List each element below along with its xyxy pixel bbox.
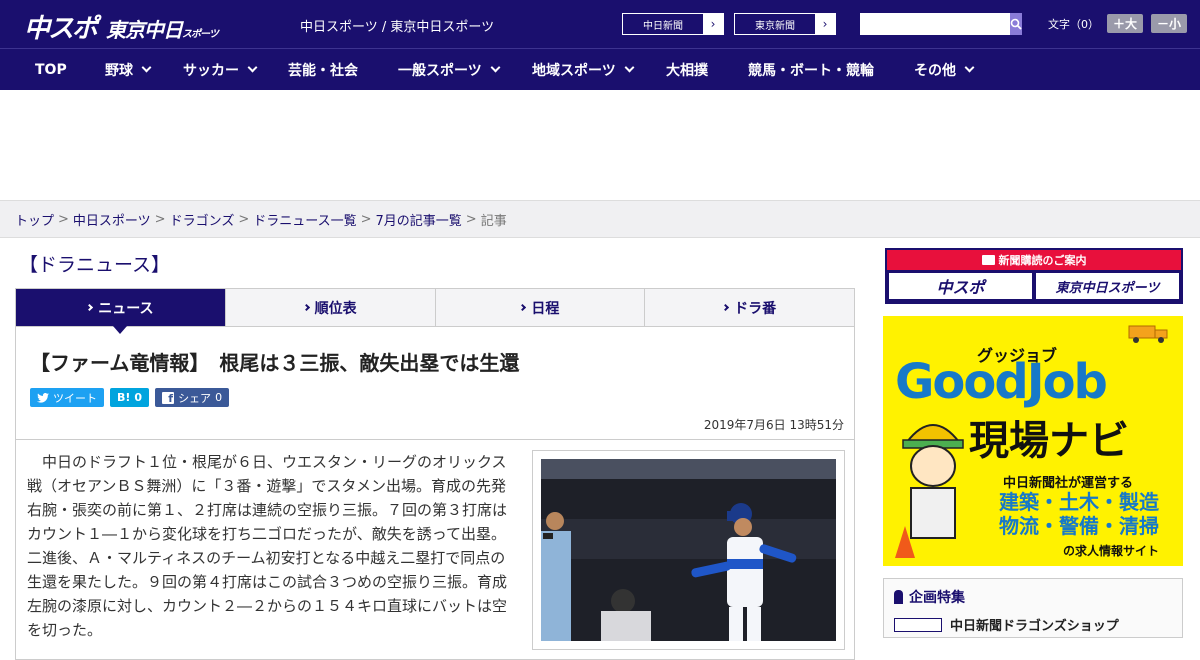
site-name-link[interactable]: 中日スポーツ / 東京中日スポーツ (300, 16, 494, 35)
nav-item-sumo[interactable]: 大相撲 (666, 60, 748, 80)
ext-link-tokyo[interactable]: 東京新聞 › (734, 13, 836, 35)
logo-tokyo-chunichi: 東京中日スポーツ (106, 18, 219, 42)
article-photo[interactable] (532, 450, 845, 650)
breadcrumb-link[interactable]: 7月の記事一覧 (376, 210, 462, 229)
main-nav: TOP 野球 サッカー 芸能・社会 一般スポーツ 地域スポーツ 大相撲 競馬・ボ… (0, 48, 1200, 90)
shop-thumbnail (894, 617, 942, 632)
subscribe-logo-tokyo: 東京中日スポーツ (1036, 273, 1179, 299)
kikaku-box: 企画特集 中日新聞ドラゴンズショップ (883, 578, 1183, 638)
font-smaller-button[interactable]: －小 (1151, 14, 1188, 33)
tab-dora-ban[interactable]: ドラ番 (645, 289, 854, 326)
job-ad-by: 中日新聞社が運営する (1003, 476, 1134, 491)
baseball-photo (541, 459, 836, 641)
kikaku-title: 企画特集 (909, 590, 965, 606)
main-column: 【ドラニュース】 ニュース 順位表 日程 ドラ番 【ファーム竜情報】 根尾は３三… (15, 240, 855, 660)
chevron-right-icon (722, 303, 730, 312)
chevron-right-icon: › (822, 17, 828, 31)
chevron-down-icon (490, 62, 501, 73)
breadcrumb-current: 記事 (480, 213, 507, 229)
job-ad-footer: の求人情報サイト (1063, 544, 1160, 558)
chevron-right-icon (519, 303, 527, 312)
share-buttons: ツイート B! 0 f シェア 0 (30, 388, 844, 407)
ad-space (0, 90, 1200, 200)
kikaku-item[interactable]: 中日新聞ドラゴンズショップ (894, 615, 1172, 634)
chevron-down-icon (624, 62, 635, 73)
search-input[interactable] (860, 13, 1010, 35)
article-body: 中日のドラフト１位・根尾が６日、ウエスタン・リーグのオリックス戦（オセアンＢＳ舞… (15, 440, 855, 660)
nav-item-soccer[interactable]: サッカー (183, 60, 288, 80)
breadcrumb-link[interactable]: トップ (15, 210, 54, 229)
article-date: 2019年7月6日 13時51分 (703, 418, 844, 432)
sidebar: 新聞購読のご案内 中スポ 東京中日スポーツ グッジョブ GoodJob 現場ナビ… (883, 248, 1183, 638)
article-header: 【ファーム竜情報】 根尾は３三振、敵失出塁では生還 ツイート B! 0 f シェ… (15, 326, 855, 440)
photo-illustration (541, 459, 836, 641)
hatena-icon: B! (117, 391, 131, 404)
nav-item-baseball[interactable]: 野球 (105, 60, 183, 80)
breadcrumb-link[interactable]: ドラゴンズ (170, 210, 235, 229)
nav-item-racing[interactable]: 競馬・ボート・競輪 (748, 60, 914, 80)
font-larger-button[interactable]: ＋大 (1107, 14, 1144, 33)
search-box (860, 13, 1022, 35)
chevron-down-icon (964, 62, 975, 73)
facebook-icon: f (162, 391, 175, 404)
breadcrumb-link[interactable]: 中日スポーツ (73, 210, 151, 229)
chevron-down-icon (141, 62, 152, 73)
tab-bar: ニュース 順位表 日程 ドラ番 (15, 288, 855, 334)
nav-item-general-sports[interactable]: 一般スポーツ (398, 60, 532, 80)
truck-icon (1128, 325, 1168, 343)
ribbon-icon (894, 590, 903, 604)
worker-illustration (895, 424, 964, 558)
article-text: 中日のドラフト１位・根尾が６日、ウエスタン・リーグのオリックス戦（オセアンＢＳ舞… (27, 453, 508, 639)
nav-item-local-sports[interactable]: 地域スポーツ (532, 60, 666, 80)
subscribe-logo-chuspo: 中スポ (889, 273, 1032, 299)
site-logo[interactable]: 中スポ 東京中日スポーツ (24, 8, 219, 45)
job-ad-brand: GoodJob (895, 354, 1108, 410)
chevron-right-icon (86, 303, 94, 312)
tweet-button[interactable]: ツイート (30, 388, 104, 407)
nav-item-other[interactable]: その他 (914, 60, 1004, 80)
header-bar: 中スポ 東京中日スポーツ 中日スポーツ / 東京中日スポーツ 中日新聞 › 東京… (0, 0, 1200, 48)
subscribe-banner[interactable]: 新聞購読のご案内 中スポ 東京中日スポーツ (885, 248, 1183, 304)
goodjob-ad[interactable]: グッジョブ GoodJob 現場ナビ 中日新聞社が運営する 建築・土木・製造 物… (883, 316, 1183, 566)
tab-schedule[interactable]: 日程 (435, 289, 646, 326)
newspaper-icon (981, 255, 995, 265)
chevron-right-icon: › (710, 17, 716, 31)
nav-item-entertainment[interactable]: 芸能・社会 (288, 60, 398, 80)
ext-link-chunichi[interactable]: 中日新聞 › (622, 13, 724, 35)
hatena-bookmark-button[interactable]: B! 0 (110, 388, 150, 407)
job-ad-categories: 建築・土木・製造 物流・警備・清掃 (999, 490, 1159, 538)
font-size-label: 文字（0） (1048, 17, 1099, 31)
twitter-icon (37, 392, 49, 403)
breadcrumb-link[interactable]: ドラニュース一覧 (253, 210, 356, 229)
subscribe-title: 新聞購読のご案内 (998, 254, 1087, 267)
logo-chuspo: 中スポ (24, 14, 98, 44)
search-button[interactable] (1010, 13, 1022, 35)
article-headline: 【ファーム竜情報】 根尾は３三振、敵失出塁では生還 (30, 351, 520, 375)
chevron-down-icon (247, 62, 258, 73)
search-icon (1010, 18, 1022, 30)
breadcrumb: トップ > 中日スポーツ > ドラゴンズ > ドラニュース一覧 > 7月の記事一覧 > 記… (0, 200, 1200, 238)
tab-news[interactable]: ニュース (16, 289, 226, 334)
section-title: 【ドラニュース】 (19, 254, 171, 276)
nav-item-top[interactable]: TOP (35, 62, 105, 78)
font-size-control: 文字（0） ＋大 －小 (1048, 14, 1188, 33)
chevron-right-icon (302, 303, 310, 312)
facebook-share-button[interactable]: f シェア 0 (155, 388, 230, 407)
job-ad-title: 現場ナビ (969, 418, 1129, 464)
tab-standings[interactable]: 順位表 (225, 289, 436, 326)
